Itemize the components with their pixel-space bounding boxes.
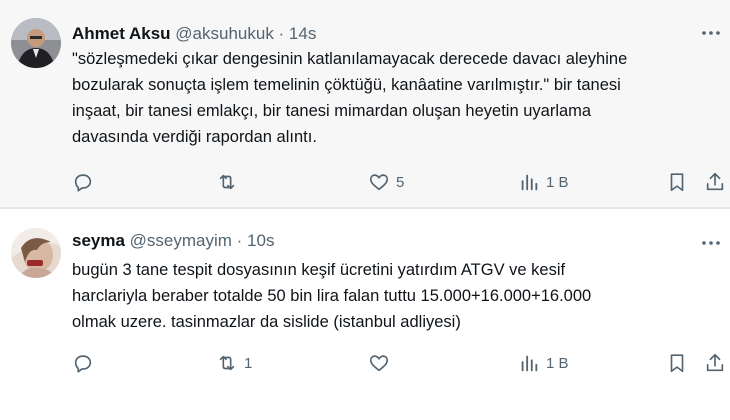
retweet-icon xyxy=(216,171,238,193)
tweet-actions: 5 1 B xyxy=(70,168,730,196)
bookmark-icon xyxy=(666,171,688,193)
tweet-text: bugün 3 tane tespit dosyasının keşif ücr… xyxy=(72,261,592,331)
tweet-actions: 1 1 B xyxy=(70,349,730,377)
tweet-text: "sözleşmedeki çıkar dengesinin katlanıla… xyxy=(72,50,628,146)
bookmark-button[interactable] xyxy=(666,349,688,377)
views-button[interactable]: 1 B xyxy=(518,168,569,196)
avatar[interactable] xyxy=(11,18,61,68)
retweet-count: 1 xyxy=(244,354,253,372)
author-name[interactable]: seyma xyxy=(72,231,125,250)
reply-button[interactable] xyxy=(72,168,100,196)
views-icon xyxy=(518,171,540,193)
tweet[interactable]: seyma @sseymayim · 10s bugün 3 tane tesp… xyxy=(0,209,730,420)
author-handle-time[interactable]: @sseymayim · 10s xyxy=(130,231,275,250)
retweet-icon xyxy=(216,352,238,374)
heart-icon xyxy=(368,171,390,193)
views-icon xyxy=(518,352,540,374)
share-icon xyxy=(704,171,726,193)
more-icon[interactable] xyxy=(700,235,722,251)
views-button[interactable]: 1 B xyxy=(518,349,569,377)
tweet-header: Ahmet Aksu @aksuhukuk · 14s xyxy=(72,22,316,46)
author-name[interactable]: Ahmet Aksu xyxy=(72,24,171,43)
share-icon xyxy=(704,352,726,374)
tweet-header: seyma @sseymayim · 10s xyxy=(72,229,274,253)
author-handle-time[interactable]: @aksuhukuk · 14s xyxy=(175,24,316,43)
like-count: 5 xyxy=(396,173,405,191)
avatar[interactable] xyxy=(11,228,61,278)
tweet[interactable]: Ahmet Aksu @aksuhukuk · 14s "sözleşmedek… xyxy=(0,0,730,207)
views-count: 1 B xyxy=(546,354,569,372)
retweet-button[interactable]: 1 xyxy=(216,349,252,377)
more-icon[interactable] xyxy=(700,25,722,41)
heart-icon xyxy=(368,352,390,374)
share-button[interactable] xyxy=(704,168,726,196)
share-button[interactable] xyxy=(704,349,726,377)
views-count: 1 B xyxy=(546,173,569,191)
retweet-button[interactable] xyxy=(216,168,244,196)
bookmark-icon xyxy=(666,352,688,374)
like-button[interactable]: 5 xyxy=(368,168,404,196)
reply-button[interactable] xyxy=(72,349,100,377)
reply-icon xyxy=(72,352,94,374)
bookmark-button[interactable] xyxy=(666,168,688,196)
like-button[interactable] xyxy=(368,349,396,377)
reply-icon xyxy=(72,171,94,193)
